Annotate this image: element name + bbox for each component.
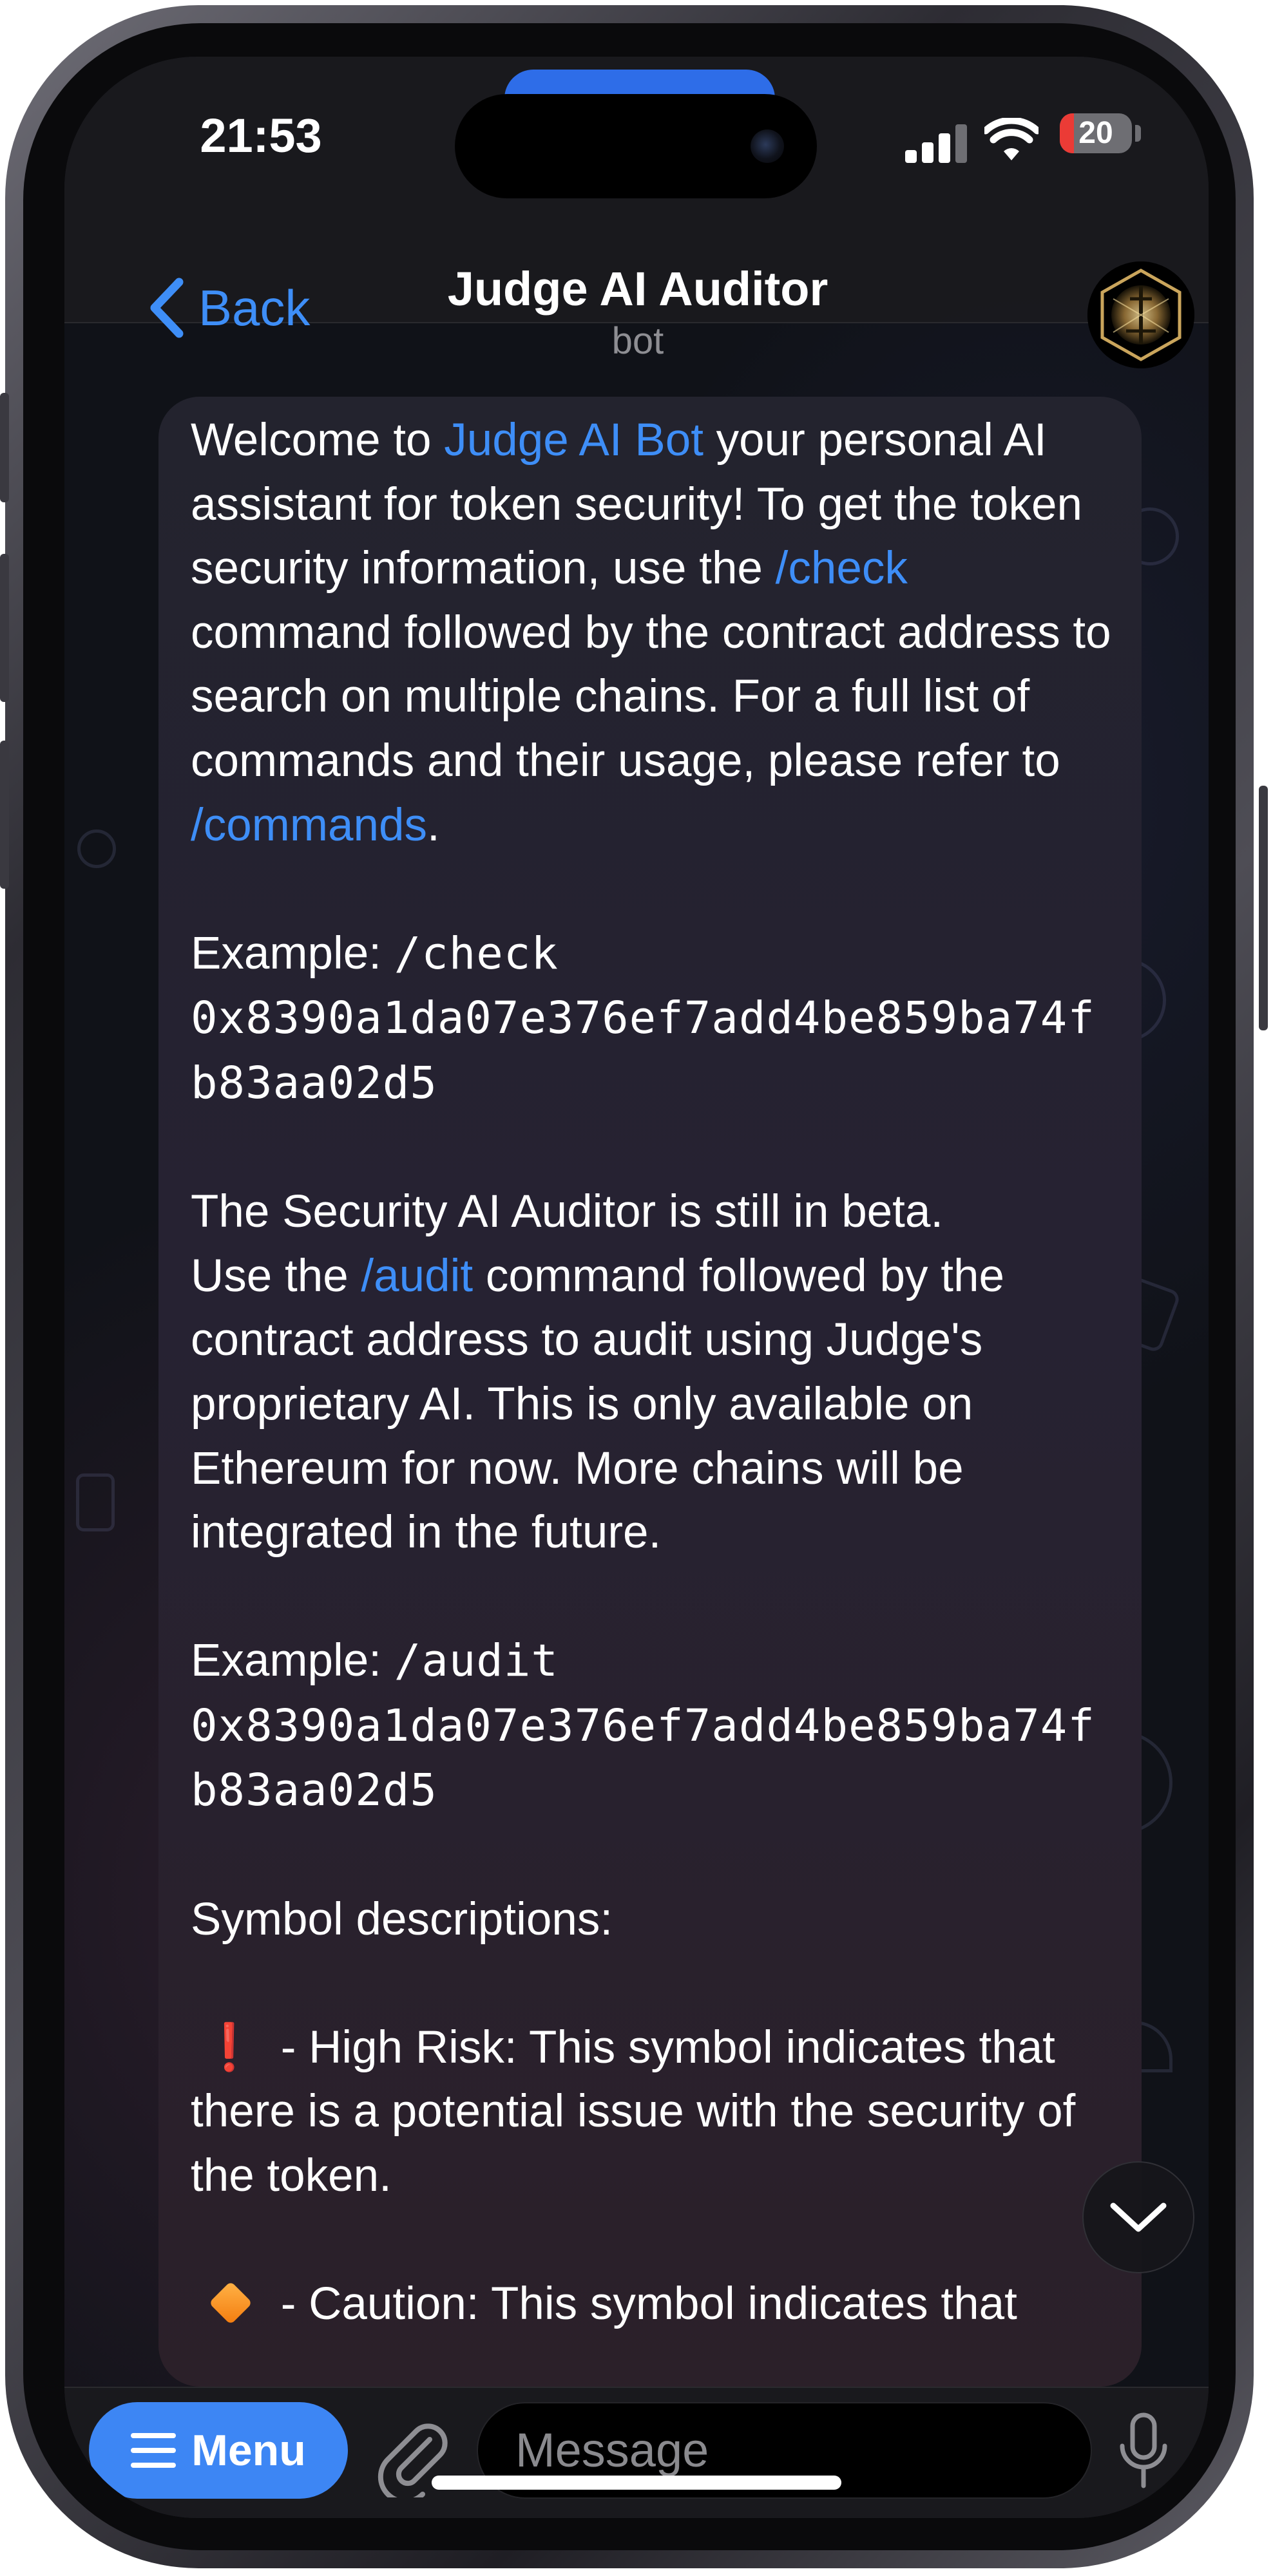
- judge-logo-icon: [1087, 261, 1194, 368]
- action-button: [0, 393, 9, 502]
- judge-ai-bot-link[interactable]: Judge AI Bot: [444, 415, 704, 466]
- battery-icon: 20: [1060, 113, 1132, 153]
- audit-example-address[interactable]: 0x8390a1da07e376ef7add4be859ba74fb83aa02…: [191, 1700, 1095, 1817]
- chat-subtitle: bot: [611, 320, 664, 362]
- welcome-text: .: [426, 799, 440, 851]
- home-indicator[interactable]: [432, 2476, 841, 2490]
- message-bubble[interactable]: Welcome to Judge AI Bot your personal AI…: [158, 397, 1142, 2387]
- screen: 21:53 20 Back Judge AI Auditor bot Welco…: [64, 57, 1209, 2518]
- high-risk-exclamation-icon: ❗: [200, 2022, 258, 2073]
- menu-label: Menu: [191, 2426, 306, 2475]
- menu-button[interactable]: Menu: [89, 2402, 348, 2499]
- symbols-heading: Symbol descriptions:: [191, 1893, 613, 1945]
- scroll-to-bottom-button[interactable]: [1082, 2161, 1194, 2273]
- welcome-text: command followed by the contract address…: [191, 607, 1111, 786]
- microphone-icon[interactable]: [1115, 2412, 1172, 2490]
- example-label: Example:: [191, 1635, 394, 1687]
- bot-avatar[interactable]: [1087, 261, 1194, 368]
- volume-down-button: [0, 741, 9, 889]
- audit-example-command[interactable]: /audit: [394, 1635, 559, 1687]
- power-button: [1259, 786, 1268, 1030]
- audit-example: Example: /audit 0x8390a1da07e376ef7add4be…: [191, 1629, 1118, 1823]
- welcome-paragraph: Welcome to Judge AI Bot your personal AI…: [191, 408, 1118, 857]
- input-bar: Menu Message: [64, 2387, 1209, 2518]
- back-label: Back: [198, 279, 311, 336]
- check-example-command[interactable]: /check: [394, 928, 559, 980]
- beta-paragraph: The Security AI Auditor is still in beta…: [191, 1180, 1118, 1565]
- example-label: Example:: [191, 927, 394, 979]
- front-camera: [751, 129, 784, 163]
- cellular-signal-icon: [905, 124, 970, 163]
- chevron-down-icon: [1110, 2202, 1167, 2232]
- high-risk-text: - High Risk: This symbol indicates that …: [191, 2022, 1076, 2202]
- doodle-circle: [77, 829, 116, 868]
- high-risk-paragraph: ❗ - High Risk: This symbol indicates tha…: [191, 2016, 1118, 2208]
- battery-tip: [1135, 125, 1141, 142]
- caution-text: - Caution: This symbol indicates that: [268, 2278, 1017, 2330]
- doodle-square: [76, 1473, 115, 1531]
- caution-diamond-icon: [191, 2272, 268, 2336]
- chat-title[interactable]: Judge AI Auditor: [387, 261, 889, 316]
- back-button[interactable]: Back: [148, 269, 310, 346]
- check-example: Example: /check 0x8390a1da07e376ef7add4be…: [191, 922, 1118, 1116]
- welcome-text: Welcome to: [191, 415, 445, 466]
- caution-paragraph: - Caution: This symbol indicates that: [191, 2272, 1118, 2336]
- beta-text: The Security AI Auditor is still in beta…: [191, 1186, 944, 1238]
- commands-link[interactable]: /commands: [191, 800, 427, 851]
- chevron-left-icon: [150, 278, 184, 338]
- check-example-address[interactable]: 0x8390a1da07e376ef7add4be859ba74fb83aa02…: [191, 992, 1095, 1109]
- menu-lines-icon: [131, 2433, 177, 2468]
- message-text: Welcome to Judge AI Bot your personal AI…: [191, 408, 1118, 2336]
- battery-percentage: 20: [1078, 116, 1113, 150]
- check-command-link[interactable]: /check: [776, 543, 908, 594]
- audit-text: Use the: [191, 1250, 361, 1302]
- audit-command-link[interactable]: /audit: [361, 1251, 473, 1302]
- volume-up-button: [0, 554, 9, 702]
- status-time: 21:53: [200, 109, 322, 162]
- wifi-icon: [984, 118, 1038, 160]
